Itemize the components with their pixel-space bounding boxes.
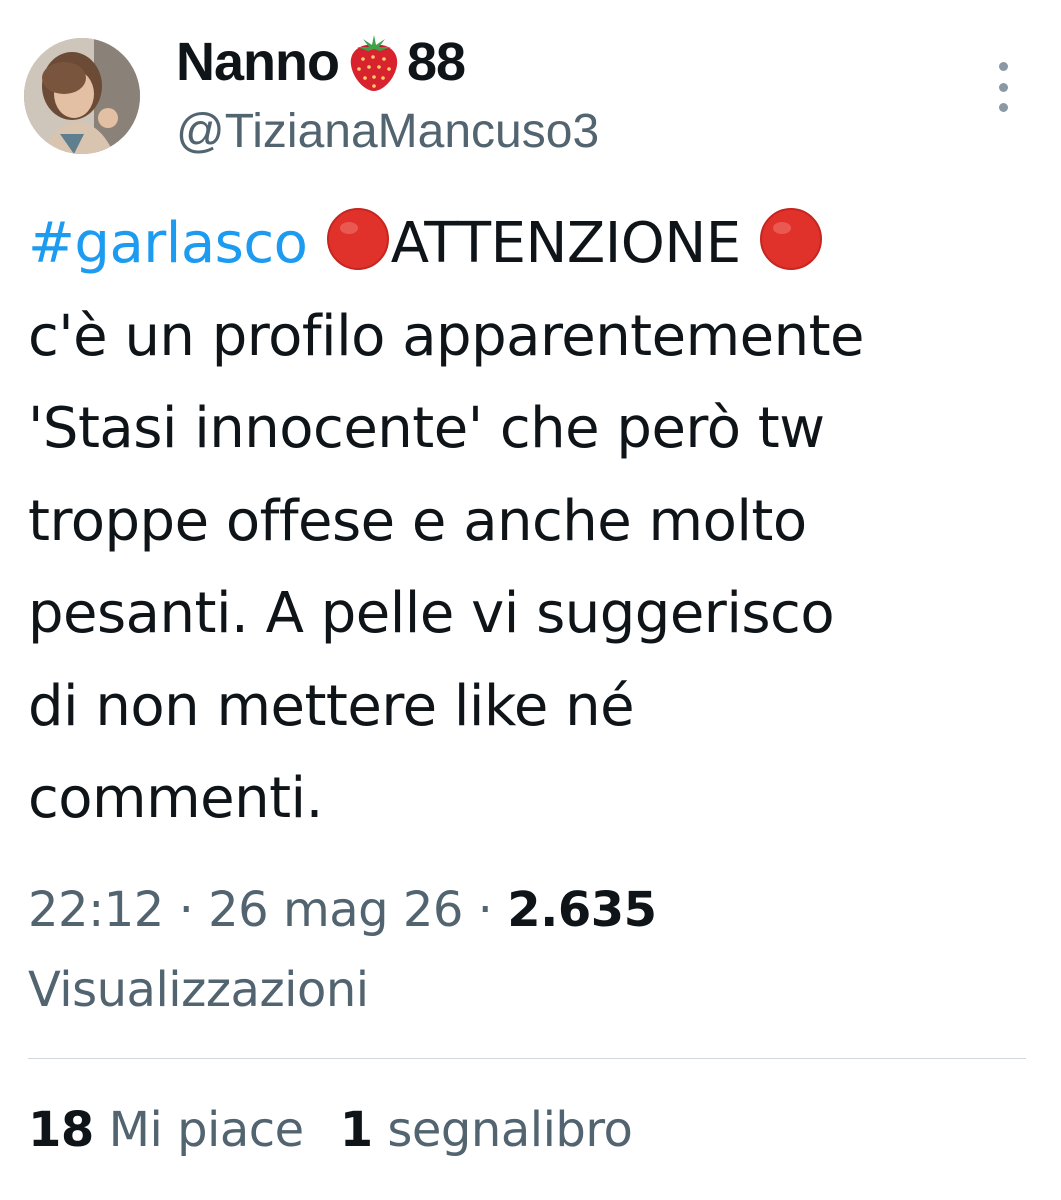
more-dot-icon [998, 82, 1008, 92]
strawberry-icon [343, 31, 405, 93]
tweet-line-1-text: ATTENZIONE [390, 211, 741, 276]
tweet-line-7: commenti. [28, 766, 323, 831]
tweet-line-6: di non mettere like né [28, 673, 635, 739]
tweet-line-3: 'Stasi innocente' che però tw [28, 396, 825, 461]
tweet-line-4: troppe offese e anche molto [28, 488, 807, 554]
bookmarks-count: 1 [339, 1102, 373, 1158]
tweet-date[interactable]: 26 mag 26 [208, 882, 463, 938]
red-circle-icon [325, 206, 391, 272]
tweet-line-1: #garlasco ATTENZIONE [28, 198, 1038, 291]
tweet-line-2: c'è un profilo apparentemente [28, 303, 865, 369]
avatar-photo [24, 38, 140, 154]
meta-line-1: 22:12 · 26 mag 26 · 2.635 [28, 870, 1038, 950]
author-handle[interactable]: @TizianaMancuso3 [176, 104, 599, 159]
tweet-time[interactable]: 22:12 [28, 882, 164, 938]
likes-label: Mi piace [108, 1102, 305, 1158]
red-circle-icon [758, 206, 824, 272]
author-name-prefix: Nanno [176, 32, 340, 92]
bookmarks-stat[interactable]: 1 segnalibro [340, 1102, 633, 1158]
author-name-suffix: 88 [407, 32, 466, 92]
avatar[interactable] [24, 38, 140, 154]
bookmarks-label: segnalibro [387, 1102, 633, 1158]
author-display-name[interactable]: Nanno 88 [176, 30, 466, 94]
tweet: Nanno 88 @TizianaMancuso3 #garlasco ATTE… [0, 0, 1061, 1200]
more-dot-icon [998, 62, 1008, 71]
tweet-line-5: pesanti. A pelle vi suggerisco [28, 581, 835, 646]
more-options-button[interactable] [985, 62, 1021, 112]
views-count: 2.635 [507, 882, 657, 938]
divider [28, 1058, 1026, 1059]
meta-separator: · [462, 882, 508, 938]
meta-separator: · [163, 882, 209, 938]
views-label: Visualizzazioni [28, 962, 369, 1018]
hashtag-link[interactable]: #garlasco [28, 211, 308, 276]
tweet-stats: 18 Mi piace 1 segnalibro [28, 1090, 633, 1170]
more-dot-icon [998, 103, 1008, 112]
tweet-text: #garlasco ATTENZIONE c'è un profilo appa… [28, 198, 1038, 846]
tweet-meta: 22:12 · 26 mag 26 · 2.635 Visualizzazion… [28, 870, 1038, 1030]
likes-stat[interactable]: 18 Mi piace [28, 1102, 304, 1158]
likes-count: 18 [28, 1102, 94, 1158]
